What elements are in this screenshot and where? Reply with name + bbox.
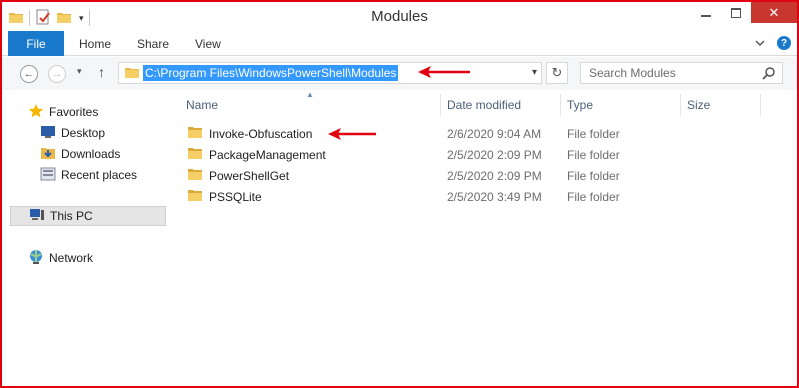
tab-share[interactable]: Share xyxy=(137,31,169,56)
expand-ribbon-icon[interactable] xyxy=(755,36,765,50)
file-name-cell: PackageManagement xyxy=(187,146,326,163)
sidebar-item-favorites[interactable]: Favorites xyxy=(28,102,98,122)
refresh-icon[interactable]: ↻ xyxy=(546,62,568,84)
address-bar[interactable]: C:\Program Files\WindowsPowerShell\Modul… xyxy=(118,62,542,84)
search-placeholder[interactable]: Search Modules xyxy=(589,66,676,80)
file-date: 2/5/2020 2:09 PM xyxy=(447,168,542,183)
folder-icon xyxy=(187,125,203,142)
sidebar-item-label: Network xyxy=(49,251,94,265)
sidebar-item-downloads[interactable]: Downloads xyxy=(40,144,120,164)
file-type: File folder xyxy=(567,126,620,141)
computer-icon xyxy=(29,208,45,225)
column-divider[interactable] xyxy=(680,94,681,116)
column-header-name[interactable]: Name xyxy=(186,98,218,112)
column-header-size[interactable]: Size xyxy=(687,98,710,112)
desktop-icon xyxy=(40,125,56,142)
star-icon xyxy=(28,103,44,122)
sidebar-item-network[interactable]: Network xyxy=(28,248,93,268)
back-icon[interactable]: ← xyxy=(20,65,38,83)
folder-icon xyxy=(187,167,203,184)
navigation-pane: Favorites Desktop Downloads Recent place… xyxy=(2,90,170,386)
search-icon[interactable] xyxy=(762,66,776,83)
sidebar-item-label: Desktop xyxy=(61,126,106,140)
annotation-arrow-icon xyxy=(328,128,376,140)
file-date: 2/5/2020 3:49 PM xyxy=(447,189,542,204)
table-row[interactable]: PackageManagement 2/5/2020 2:09 PM File … xyxy=(183,144,763,165)
file-type: File folder xyxy=(567,189,620,204)
address-path[interactable]: C:\Program Files\WindowsPowerShell\Modul… xyxy=(143,65,399,81)
file-name: Invoke-Obfuscation xyxy=(209,126,313,141)
column-divider[interactable] xyxy=(440,94,441,116)
table-row[interactable]: PowerShellGet 2/5/2020 2:09 PM File fold… xyxy=(183,165,763,186)
close-icon[interactable]: ✕ xyxy=(751,2,797,23)
file-name: PSSQLite xyxy=(209,189,262,204)
file-date: 2/5/2020 2:09 PM xyxy=(447,147,542,162)
file-type: File folder xyxy=(567,168,620,183)
sort-ascending-icon: ▲ xyxy=(306,90,314,99)
file-name: PackageManagement xyxy=(209,147,326,162)
window-controls: ✕ xyxy=(691,2,797,23)
title-bar: ▾ Modules ✕ xyxy=(2,2,797,31)
sidebar-item-label: Recent places xyxy=(61,168,138,182)
file-name: PowerShellGet xyxy=(209,168,290,183)
ribbon-controls: ? xyxy=(755,36,791,50)
file-name-cell: PSSQLite xyxy=(187,188,262,205)
sidebar-item-desktop[interactable]: Desktop xyxy=(40,123,105,143)
folder-icon xyxy=(187,146,203,163)
file-list: ▲ Name Date modified Type Size Invoke-Ob… xyxy=(175,90,797,386)
recent-locations-icon[interactable]: ▾ xyxy=(77,66,82,77)
search-box[interactable]: Search Modules xyxy=(580,62,783,84)
file-name-cell: Invoke-Obfuscation xyxy=(187,125,312,142)
address-dropdown-icon[interactable]: ▾ xyxy=(532,67,537,78)
file-name-cell: PowerShellGet xyxy=(187,167,289,184)
sidebar-item-label: This PC xyxy=(50,209,93,223)
folder-icon xyxy=(124,65,140,82)
table-row[interactable]: PSSQLite 2/5/2020 3:49 PM File folder xyxy=(183,186,763,207)
file-date: 2/6/2020 9:04 AM xyxy=(447,126,542,141)
column-header-date-modified[interactable]: Date modified xyxy=(447,98,521,112)
window-title: Modules xyxy=(371,8,428,25)
tab-view[interactable]: View xyxy=(195,31,221,56)
folder-icon xyxy=(187,188,203,205)
ribbon: File Home Share View ? xyxy=(2,31,797,56)
sidebar-item-recent-places[interactable]: Recent places xyxy=(40,165,137,185)
annotation-arrow-icon xyxy=(418,66,470,78)
minimize-icon[interactable] xyxy=(691,2,721,23)
tab-file[interactable]: File xyxy=(8,31,64,56)
column-divider[interactable] xyxy=(560,94,561,116)
column-divider[interactable] xyxy=(760,94,761,116)
tab-home[interactable]: Home xyxy=(79,31,111,56)
maximize-icon[interactable] xyxy=(721,2,751,23)
downloads-icon xyxy=(40,145,56,164)
up-icon[interactable]: ↑ xyxy=(98,64,105,80)
file-type: File folder xyxy=(567,147,620,162)
navigation-bar: ← → ▾ ↑ C:\Program Files\WindowsPowerShe… xyxy=(2,57,797,90)
help-icon[interactable]: ? xyxy=(777,36,791,50)
recent-places-icon xyxy=(40,166,56,185)
network-icon xyxy=(28,249,44,268)
sidebar-item-label: Favorites xyxy=(49,105,99,119)
column-header-type[interactable]: Type xyxy=(567,98,593,112)
sidebar-item-this-pc[interactable]: This PC xyxy=(10,206,166,226)
forward-icon[interactable]: → xyxy=(48,65,66,83)
table-row[interactable]: Invoke-Obfuscation 2/6/2020 9:04 AM File… xyxy=(183,123,763,144)
sidebar-item-label: Downloads xyxy=(61,147,121,161)
